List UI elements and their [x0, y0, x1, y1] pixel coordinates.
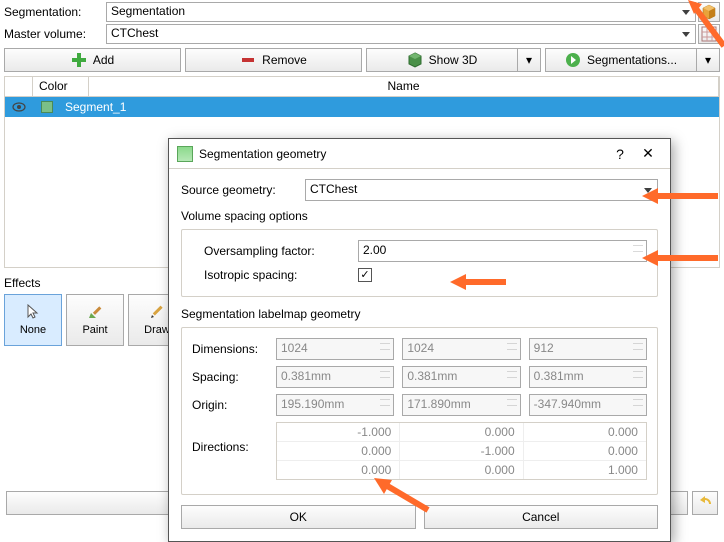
paint-icon [87, 304, 103, 320]
origin-z: -347.940mm [529, 394, 647, 416]
dimensions-label: Dimensions: [192, 342, 272, 356]
spacing-x: 0.381mm [276, 366, 394, 388]
dimensions-z: 912 [529, 338, 647, 360]
visibility-toggle[interactable] [5, 99, 33, 115]
show-3d-button-label: Show 3D [429, 53, 478, 67]
isotropic-label: Isotropic spacing: [204, 268, 354, 282]
oversampling-label: Oversampling factor: [204, 244, 354, 258]
segmentation-geometry-dialog: Segmentation geometry ? ✕ Source geometr… [168, 138, 671, 542]
remove-button[interactable]: Remove [185, 48, 362, 72]
add-button[interactable]: Add [4, 48, 181, 72]
show-3d-dropdown[interactable]: ▾ [517, 48, 541, 72]
table-col-visibility[interactable] [5, 77, 33, 96]
table-col-name[interactable]: Name [89, 77, 719, 96]
dialog-help-button[interactable]: ? [606, 143, 634, 165]
cursor-icon [25, 304, 41, 320]
table-row[interactable]: Segment_1 [5, 97, 719, 117]
master-volume-slice-button[interactable] [698, 24, 720, 44]
dialog-close-button[interactable]: ✕ [634, 143, 662, 165]
origin-label: Origin: [192, 398, 272, 412]
undo-icon [697, 495, 713, 511]
add-button-label: Add [93, 53, 114, 67]
segmentations-dropdown[interactable]: ▾ [696, 48, 720, 72]
cube-icon [701, 4, 717, 20]
directions-label: Directions: [192, 422, 272, 454]
volume-spacing-group: Oversampling factor: 2.00 Isotropic spac… [181, 229, 658, 297]
origin-x: 195.190mm [276, 394, 394, 416]
undo-button[interactable] [692, 491, 718, 515]
cube-3d-icon [407, 52, 423, 68]
plus-icon [71, 52, 87, 68]
effect-paint[interactable]: Paint [66, 294, 124, 346]
isotropic-checkbox[interactable] [358, 268, 372, 282]
master-volume-label: Master volume: [4, 27, 104, 41]
origin-y: 171.890mm [402, 394, 520, 416]
source-geometry-combo[interactable]: CTChest [305, 179, 658, 201]
segmentation-label: Segmentation: [4, 5, 104, 19]
master-volume-combo[interactable]: CTChest [106, 24, 696, 44]
segmentation-geometry-button[interactable] [698, 2, 720, 22]
effect-label: Draw [144, 324, 170, 336]
dimensions-x: 1024 [276, 338, 394, 360]
grid-icon [701, 26, 717, 42]
segmentations-button[interactable]: Segmentations... [545, 48, 696, 72]
volume-spacing-header: Volume spacing options [181, 209, 658, 223]
spacing-z: 0.381mm [529, 366, 647, 388]
labelmap-group: Dimensions: 1024 1024 912 Spacing: 0.381… [181, 327, 658, 495]
spacing-label: Spacing: [192, 370, 272, 384]
pencil-icon [149, 304, 165, 320]
spacing-y: 0.381mm [402, 366, 520, 388]
directions-matrix: -1.000 0.000 0.000 0.000 -1.000 0.000 0.… [276, 422, 647, 480]
segmentation-combo[interactable]: Segmentation [106, 2, 696, 22]
eye-icon [11, 99, 27, 115]
cancel-button[interactable]: Cancel [424, 505, 659, 529]
oversampling-spin[interactable]: 2.00 [358, 240, 647, 262]
dimensions-y: 1024 [402, 338, 520, 360]
arrow-right-circle-icon [565, 52, 581, 68]
ok-button[interactable]: OK [181, 505, 416, 529]
minus-icon [240, 52, 256, 68]
segmentations-button-label: Segmentations... [587, 53, 677, 67]
table-col-color[interactable]: Color [33, 77, 89, 96]
show-3d-button[interactable]: Show 3D [366, 48, 517, 72]
color-swatch[interactable] [33, 101, 61, 113]
effect-label: Paint [82, 324, 107, 336]
labelmap-header: Segmentation labelmap geometry [181, 307, 658, 321]
remove-button-label: Remove [262, 53, 307, 67]
effect-none[interactable]: None [4, 294, 62, 346]
segment-name[interactable]: Segment_1 [61, 100, 126, 114]
effect-label: None [20, 324, 46, 336]
dialog-title: Segmentation geometry [199, 147, 326, 161]
source-geometry-label: Source geometry: [181, 183, 301, 197]
dialog-icon [177, 146, 193, 162]
